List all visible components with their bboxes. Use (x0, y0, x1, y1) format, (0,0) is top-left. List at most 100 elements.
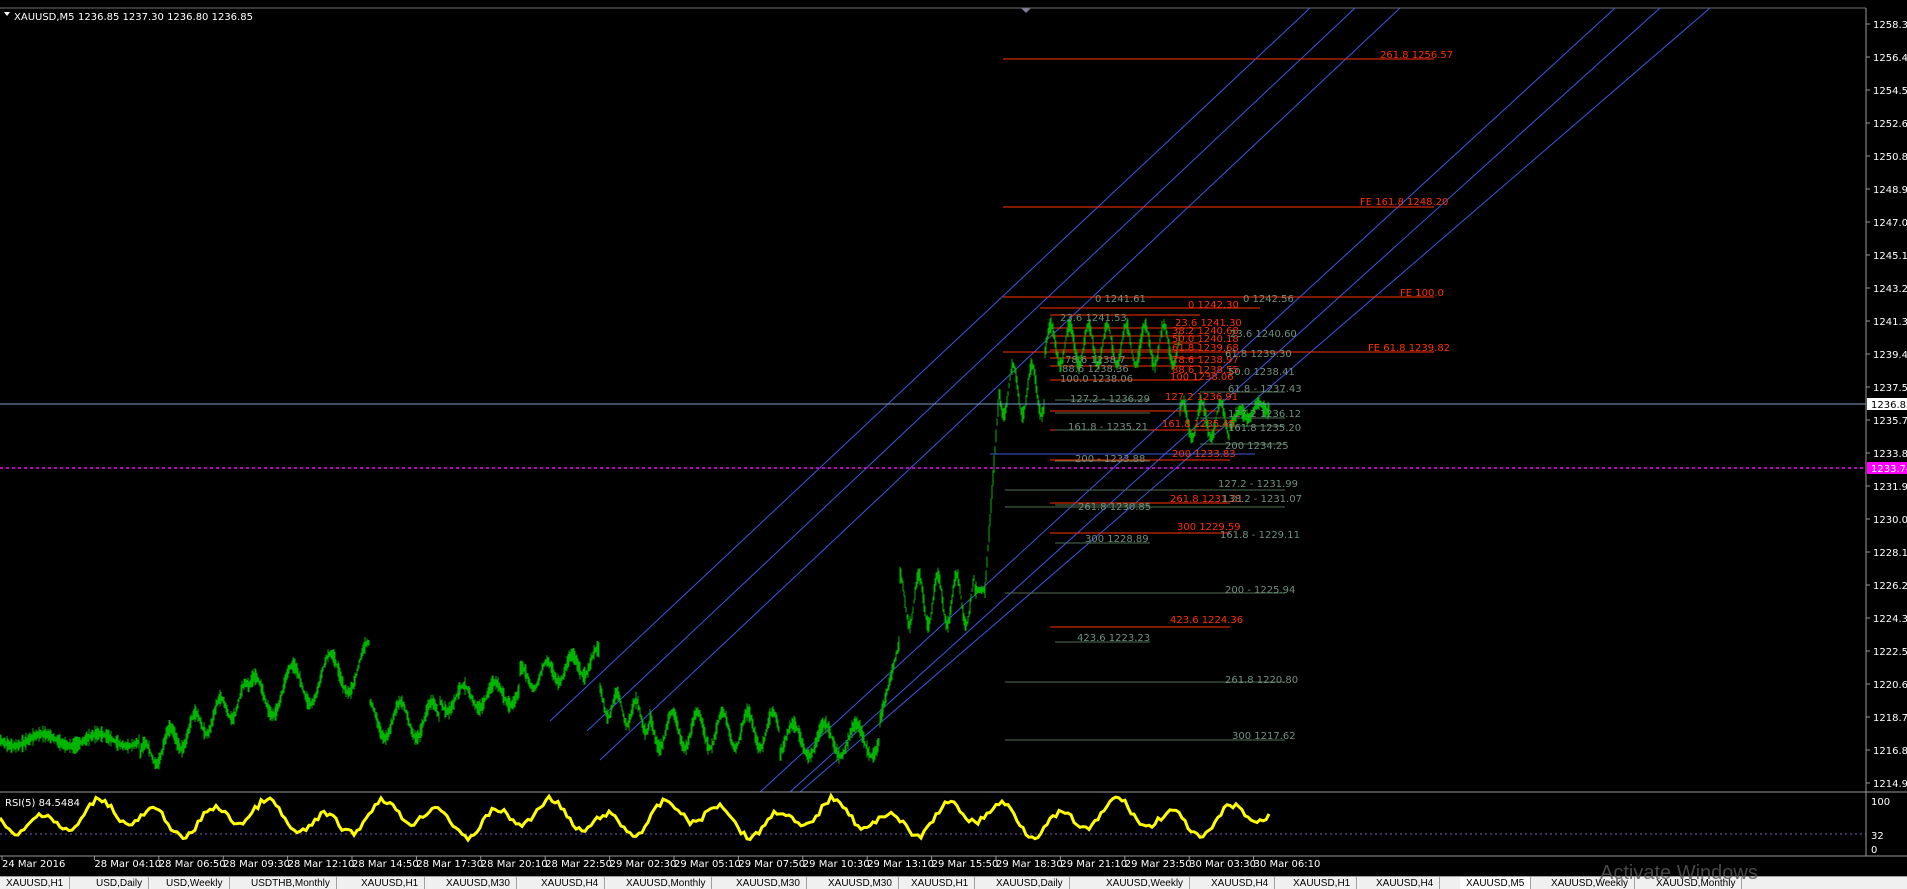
rsi-level-100-label: 100 (1871, 797, 1890, 808)
chart-tab[interactable]: XAUUSD,H4 (1370, 877, 1441, 889)
chart-tab[interactable]: USD,Weekly (160, 877, 230, 889)
price-label: 1222.54 (1873, 647, 1907, 658)
time-label: 28 Mar 06:50 (159, 859, 226, 870)
time-label: 28 Mar 22:50 (545, 859, 612, 870)
time-label: 28 Mar 17:30 (416, 859, 483, 870)
time-label: 28 Mar 12:10 (288, 859, 355, 870)
fibonacci-labels: 261.8 1256.57 FE 161.8 1248.20 FE 100.0 FE … (1060, 50, 1453, 742)
chart-tab[interactable]: XAUUSD,Daily (990, 877, 1070, 889)
fib-label-red: FE 61.8 1239.82 (1368, 343, 1450, 354)
time-label: 28 Mar 04:10 (94, 859, 161, 870)
time-label: 29 Mar 02:30 (610, 859, 677, 870)
price-label: 1230.09 (1873, 515, 1907, 526)
time-label: 29 Mar 21:10 (1060, 859, 1127, 870)
price-label: 1214.99 (1873, 779, 1907, 790)
time-label: 29 Mar 18:30 (996, 859, 1063, 870)
chart-tab[interactable]: XAUUSD,M30 (730, 877, 807, 889)
chart-tab[interactable]: XAUUSD,M30 (440, 877, 517, 889)
time-label: 29 Mar 23:50 (1125, 859, 1192, 870)
price-label: 1224.39 (1873, 614, 1907, 625)
chart-tab[interactable]: XAUUSD,M30 (822, 877, 899, 889)
fib-label-gray: 0 1241.61 (1095, 294, 1146, 305)
price-label: 1237.59 (1873, 383, 1907, 394)
fib-label-gray: 300 1217.62 (1232, 731, 1296, 742)
price-label: 1231.94 (1873, 482, 1907, 493)
chart-tab[interactable]: XAUUSD,H1 (905, 877, 976, 889)
chart-tab[interactable]: XAUUSD,H4 (535, 877, 606, 889)
time-label: 29 Mar 07:50 (738, 859, 805, 870)
price-label: 1239.49 (1873, 350, 1907, 361)
rsi-level-0-label: 0 (1871, 845, 1877, 856)
fib-label-gray: 200 - 1233.88 (1075, 454, 1145, 465)
fib-label-gray: 200 - 1225.94 (1225, 585, 1295, 596)
fib-label-gray: 300 1228.89 (1085, 534, 1149, 545)
price-label: 1226.29 (1873, 581, 1907, 592)
fib-label-red: 261.8 1256.57 (1380, 50, 1453, 61)
level-tag: 1233.74 (1871, 464, 1907, 475)
fib-label-gray: 127.2 - 1236.29 (1070, 394, 1150, 405)
chart-tab[interactable]: XAUUSD,Weekly (1100, 877, 1191, 889)
price-label: 1254.59 (1873, 86, 1907, 97)
fib-label-gray: 61.8 - 1237.43 (1228, 384, 1302, 395)
fib-label-red: FE 100.0 (1400, 288, 1444, 299)
fib-label-gray: 50.0 1238.41 (1228, 367, 1295, 378)
current-price-tag: 1236.85 (1871, 400, 1907, 411)
chart-tab[interactable]: USD,Daily (90, 877, 150, 889)
time-label: 29 Mar 05:10 (674, 859, 741, 870)
time-label: 28 Mar 20:10 (481, 859, 548, 870)
chart-window[interactable]: XAUUSD,M5 1236.85 1237.30 1236.80 1236.8… (0, 0, 1907, 889)
fib-label-gray: 261.8 1220.80 (1225, 675, 1298, 686)
fib-label-gray: 261.8 1230.85 (1078, 502, 1151, 513)
price-label: 1258.34 (1873, 20, 1907, 31)
fib-label-red: 161.8 1235.45 (1162, 419, 1235, 430)
rsi-level-32-label: 32 (1871, 831, 1884, 842)
fib-label-gray: 161.8 - 1229.11 (1220, 530, 1300, 541)
fib-label-gray: 23.6 1240.60 (1230, 329, 1297, 340)
price-label: 1216.89 (1873, 746, 1907, 757)
time-label: 30 Mar 03:30 (1189, 859, 1256, 870)
price-label: 1256.49 (1873, 53, 1907, 64)
collapse-arrow-icon[interactable] (4, 12, 10, 16)
price-label: 1228.19 (1873, 548, 1907, 559)
chart-tab[interactable]: XAUUSD,H1 (1287, 877, 1358, 889)
fib-label-red: 0 1242.30 (1188, 300, 1239, 311)
price-label: 1241.39 (1873, 317, 1907, 328)
time-label: 24 Mar 2016 (2, 859, 65, 870)
rsi-label: RSI(5) 84.5484 (5, 798, 80, 809)
price-label: 1252.69 (1873, 119, 1907, 130)
fib-label-gray: 23.6 1241.53 (1060, 313, 1127, 324)
chart-tab[interactable]: XAUUSD,H1 (0, 877, 71, 889)
activate-windows-watermark: Activate Windows (1600, 862, 1758, 884)
fib-label-gray: 0 1242.56 (1243, 294, 1294, 305)
time-label: 28 Mar 14:50 (352, 859, 419, 870)
rsi-line (0, 792, 1271, 843)
time-label: 30 Mar 06:10 (1254, 859, 1321, 870)
time-label: 29 Mar 10:30 (803, 859, 870, 870)
fib-label-gray: 138.2 - 1231.07 (1222, 494, 1302, 505)
chart-tab[interactable]: XAUUSD,H4 (1205, 877, 1276, 889)
chart-tab[interactable]: XAUUSD,Monthly (620, 877, 713, 889)
fib-label-gray: 423.6 1223.23 (1077, 633, 1150, 644)
fib-label-gray: 127.2 1236.12 (1228, 409, 1301, 420)
fib-label-gray: 61.8 1239.30 (1225, 349, 1292, 360)
fib-label-gray: 127.2 - 1231.99 (1218, 479, 1298, 490)
price-label: 1247.04 (1873, 218, 1907, 229)
time-label: 29 Mar 13:10 (867, 859, 934, 870)
symbol-timeframe: XAUUSD,M5 (14, 12, 75, 23)
time-axis: 24 Mar 2016 28 Mar 04:1028 Mar 06:5028 Ma… (1, 856, 1321, 870)
time-label: 29 Mar 15:50 (932, 859, 999, 870)
fib-label-gray: 100.0 1238.06 (1060, 374, 1133, 385)
chart-tab[interactable]: XAUUSD,M5 (1460, 877, 1532, 889)
chart-canvas[interactable]: XAUUSD,M5 1236.85 1237.30 1236.80 1236.8… (0, 0, 1907, 876)
price-label: 1220.64 (1873, 680, 1907, 691)
chart-header: XAUUSD,M5 1236.85 1237.30 1236.80 1236.8… (4, 12, 253, 23)
fib-label-red: 100 1238.06 (1170, 372, 1234, 383)
time-label: 28 Mar 09:30 (223, 859, 290, 870)
price-label: 1233.84 (1873, 449, 1907, 460)
chart-tab[interactable]: USDTHB,Monthly (245, 877, 337, 889)
fib-label-gray: 161.8 - 1235.21 (1068, 422, 1148, 433)
fib-label-gray: 200 1234.25 (1225, 441, 1289, 452)
shift-marker-icon[interactable] (1021, 8, 1031, 13)
chart-tab[interactable]: XAUUSD,H1 (355, 877, 426, 889)
price-label: 1250.84 (1873, 152, 1907, 163)
